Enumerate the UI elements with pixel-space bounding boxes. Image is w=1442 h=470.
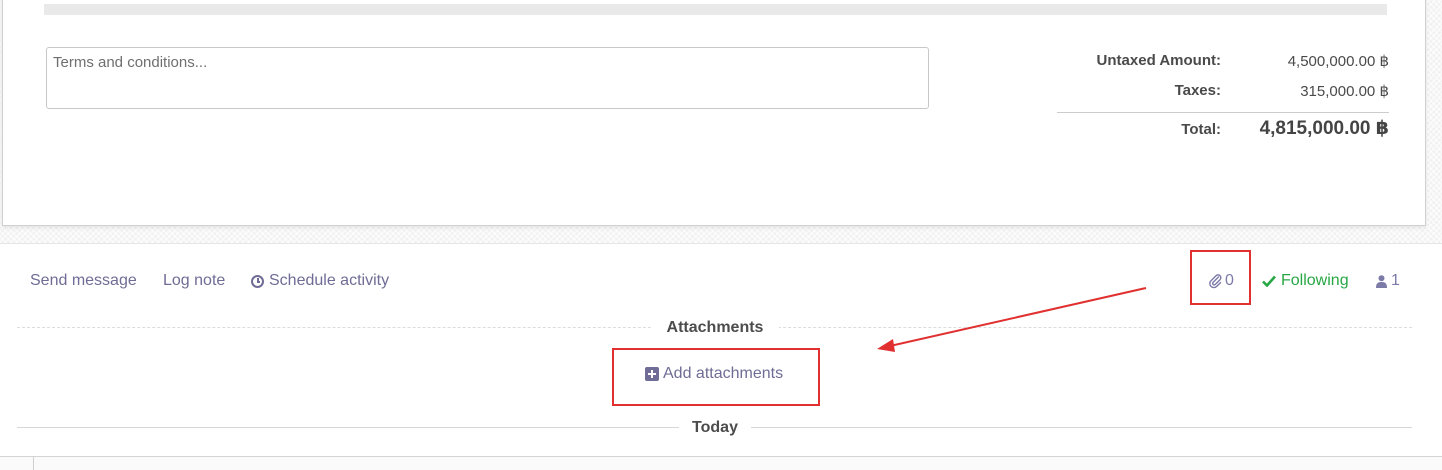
untaxed-amount-value: 4,500,000.00 ฿ (1287, 53, 1389, 70)
today-heading: Today (0, 419, 1430, 437)
check-icon (1262, 275, 1276, 287)
total-label: Total: (1181, 121, 1221, 138)
total-row: Total: 4,815,000.00 ฿ (1057, 118, 1389, 143)
follower-count: 1 (1391, 272, 1400, 289)
following-button[interactable]: Following (1262, 272, 1349, 290)
attachments-title: Attachments (650, 319, 780, 336)
attachments-heading: Attachments (0, 319, 1430, 337)
clock-icon (251, 274, 264, 288)
following-label: Following (1281, 272, 1349, 289)
taxes-label: Taxes: (1174, 82, 1221, 99)
followers-button[interactable]: 1 (1376, 272, 1400, 290)
form-sheet: Untaxed Amount: 4,500,000.00 ฿ Taxes: 31… (2, 0, 1426, 226)
taxes-row: Taxes: 315,000.00 ฿ (1057, 82, 1389, 104)
schedule-activity-label: Schedule activity (269, 272, 390, 289)
log-note-button[interactable]: Log note (163, 272, 225, 290)
send-message-button[interactable]: Send message (30, 272, 137, 290)
thread-tick (33, 457, 34, 470)
terms-and-conditions-field[interactable] (46, 47, 929, 109)
chatter-top-border (0, 243, 1442, 244)
message-thread-start (0, 456, 1442, 470)
total-value: 4,815,000.00 ฿ (1259, 118, 1389, 139)
order-lines-footer-bar (44, 4, 1387, 15)
untaxed-amount-row: Untaxed Amount: 4,500,000.00 ฿ (1057, 52, 1389, 74)
taxes-value: 315,000.00 ฿ (1300, 83, 1389, 100)
user-icon (1376, 274, 1387, 288)
highlight-attachment-count (1190, 250, 1251, 305)
schedule-activity-button[interactable]: Schedule activity (251, 272, 389, 290)
untaxed-amount-label: Untaxed Amount: (1096, 52, 1221, 69)
totals-divider (1057, 112, 1389, 113)
today-label: Today (679, 419, 751, 436)
highlight-add-attachments (612, 348, 820, 406)
